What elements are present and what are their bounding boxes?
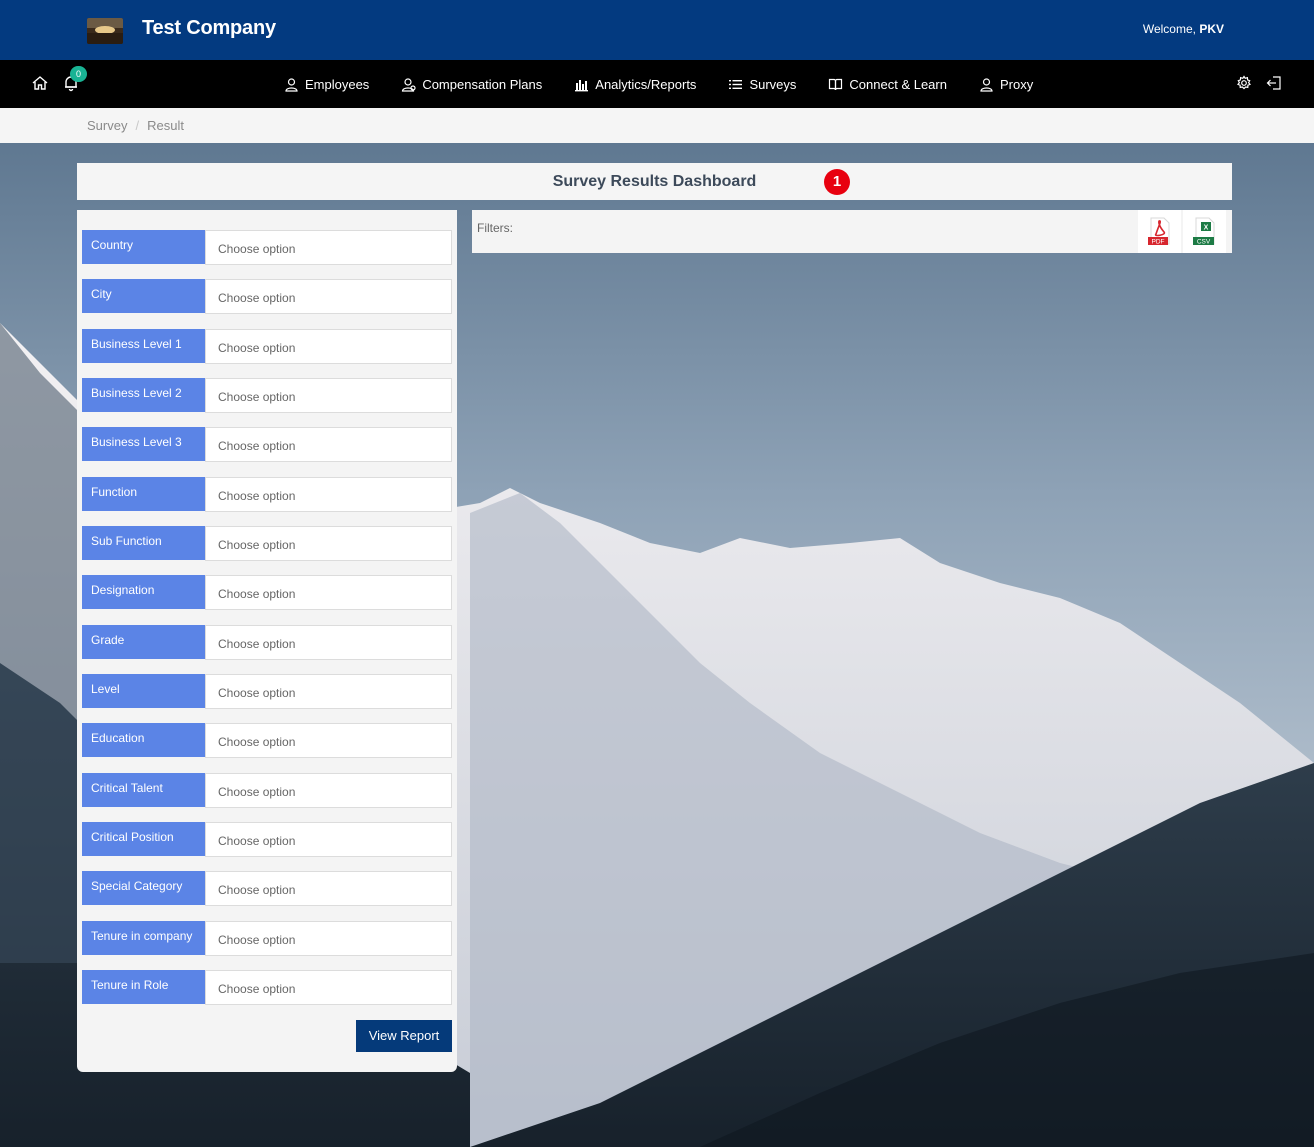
filter-select-critical-talent[interactable]: Choose option [205,773,452,808]
filter-row-grade: Grade Choose option [82,625,452,660]
filter-row-special-category: Special Category Choose option [82,871,452,906]
filter-label-education: Education [82,723,205,757]
filter-row-business-level-2: Business Level 2 Choose option [82,378,452,413]
filter-select-business-level-2[interactable]: Choose option [205,378,452,413]
filter-select-business-level-3[interactable]: Choose option [205,427,452,462]
bar-chart-icon [575,79,589,91]
user-money-icon [402,77,416,92]
filters-summary-bar: Filters: PDF X CSV [472,210,1232,253]
company-logo[interactable] [87,18,123,44]
view-report-button[interactable]: View Report [356,1020,452,1052]
pdf-export-button[interactable]: PDF [1138,210,1181,253]
svg-text:X: X [1204,225,1209,232]
filter-row-designation: Designation Choose option [82,575,452,610]
filter-select-grade[interactable]: Choose option [205,625,452,660]
dashboard-title-bar: Survey Results Dashboard 1 [77,163,1232,200]
book-icon [829,78,843,90]
nav-employees[interactable]: Employees [284,77,369,92]
filter-label-country: Country [82,230,205,264]
logout-icon[interactable] [1266,75,1282,91]
welcome-user: PKV [1199,22,1224,36]
filter-label-business-level-1: Business Level 1 [82,329,205,363]
csv-export-button[interactable]: X CSV [1183,210,1226,253]
breadcrumb-separator: / [135,118,140,133]
nav-analytics-reports[interactable]: Analytics/Reports [574,77,696,92]
filter-select-special-category[interactable]: Choose option [205,871,452,906]
filter-select-tenure-in-company[interactable]: Choose option [205,921,452,956]
filter-label-function: Function [82,477,205,511]
filter-label-business-level-3: Business Level 3 [82,427,205,461]
welcome-text: Welcome, PKV [1143,22,1224,36]
filter-label-sub-function: Sub Function [82,526,205,560]
user-icon [285,77,298,92]
breadcrumb: Survey / Result [0,108,1314,143]
filter-select-function[interactable]: Choose option [205,477,452,512]
filter-select-business-level-1[interactable]: Choose option [205,329,452,364]
notification-badge: 0 [70,66,87,82]
user-icon [980,77,993,92]
company-name: Test Company [142,17,276,39]
nav-label: Compensation Plans [422,76,543,92]
filters-label: Filters: [477,221,513,235]
nav-label: Connect & Learn [849,76,947,92]
excel-icon: X CSV [1193,217,1215,246]
filter-row-city: City Choose option [82,279,452,314]
filter-row-tenure-in-company: Tenure in company Choose option [82,921,452,956]
gear-icon[interactable] [1236,75,1252,91]
csv-export-label: CSV [1197,239,1211,246]
list-icon [729,79,743,89]
filter-select-critical-position[interactable]: Choose option [205,822,452,857]
nav-surveys[interactable]: Surveys [728,77,796,92]
filter-row-sub-function: Sub Function Choose option [82,526,452,561]
filter-row-business-level-3: Business Level 3 Choose option [82,427,452,462]
top-header: Test Company Welcome, PKV [0,0,1314,60]
filter-select-level[interactable]: Choose option [205,674,452,709]
nav-label: Surveys [749,76,797,92]
breadcrumb-item-survey[interactable]: Survey [87,118,127,133]
filter-row-function: Function Choose option [82,477,452,512]
pdf-export-label: PDF [1152,239,1165,246]
filter-label-designation: Designation [82,575,205,609]
breadcrumb-item-result: Result [147,118,184,133]
filter-row-tenure-in-role: Tenure in Role Choose option [82,970,452,1005]
nav-label: Employees [305,76,370,92]
pdf-icon: PDF [1148,217,1170,246]
welcome-prefix: Welcome, [1142,22,1200,36]
filter-select-designation[interactable]: Choose option [205,575,452,610]
filter-label-special-category: Special Category [82,871,205,905]
filter-label-critical-talent: Critical Talent [82,773,205,807]
filter-row-critical-position: Critical Position Choose option [82,822,452,857]
filter-select-country[interactable]: Choose option [205,230,452,265]
filter-row-education: Education Choose option [82,723,452,758]
filter-label-level: Level [82,674,205,708]
filter-label-tenure-in-company: Tenure in company [82,921,205,955]
nav-label: Proxy [999,76,1034,92]
filter-row-country: Country Choose option [82,230,452,265]
home-icon[interactable] [31,74,49,92]
nav-compensation-plans[interactable]: Compensation Plans [401,77,542,92]
main-navbar: Employees Compensation Plans Analytics/R… [0,60,1314,108]
filter-select-tenure-in-role[interactable]: Choose option [205,970,452,1005]
page-title: Survey Results Dashboard [552,173,757,190]
nav-menu: Employees Compensation Plans Analytics/R… [284,60,1065,108]
filter-select-education[interactable]: Choose option [205,723,452,758]
nav-connect-learn[interactable]: Connect & Learn [828,77,947,92]
nav-label: Analytics/Reports [595,76,697,92]
filter-select-city[interactable]: Choose option [205,279,452,314]
filter-label-critical-position: Critical Position [82,822,205,856]
filter-label-grade: Grade [82,625,205,659]
filter-label-business-level-2: Business Level 2 [82,378,205,412]
step-badge: 1 [824,169,850,195]
filter-select-sub-function[interactable]: Choose option [205,526,452,561]
filter-label-tenure-in-role: Tenure in Role [82,970,205,1004]
filter-row-critical-talent: Critical Talent Choose option [82,773,452,808]
nav-proxy[interactable]: Proxy [979,77,1033,92]
filter-label-city: City [82,279,205,313]
filter-row-business-level-1: Business Level 1 Choose option [82,329,452,364]
filter-row-level: Level Choose option [82,674,452,709]
filter-panel: View Report Country Choose option City Choo… [77,210,457,1072]
